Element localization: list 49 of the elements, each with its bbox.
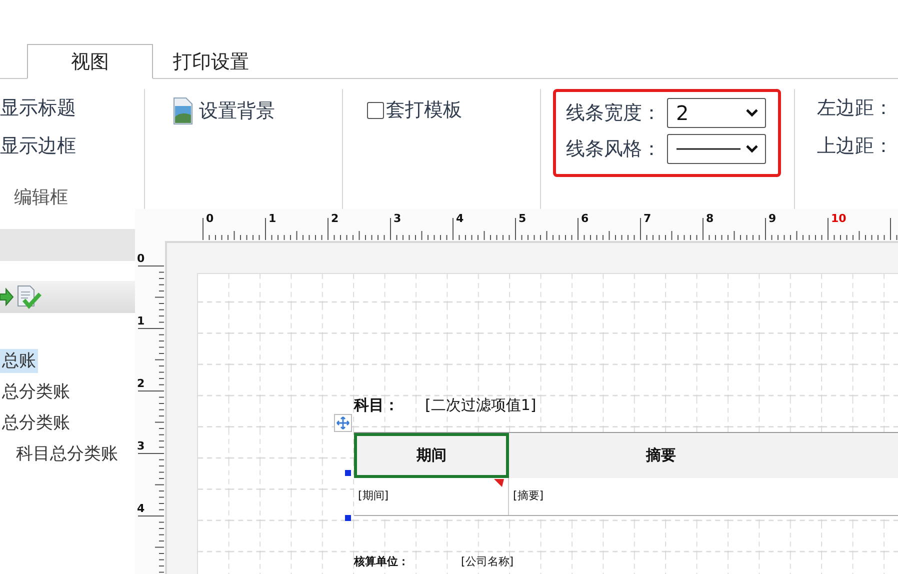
line-style-sample-icon: [676, 146, 741, 152]
set-background-button[interactable]: 设置背景: [173, 97, 275, 125]
tab[interactable]: 打印设置: [173, 45, 249, 78]
ruler-label: 5: [518, 212, 526, 225]
ruler-label: 0: [137, 252, 145, 265]
ruler-label: 3: [137, 440, 145, 452]
report-list-item[interactable]: 科目总分类账: [14, 442, 120, 466]
field-label: 线条宽度：: [566, 101, 661, 126]
ruler-label: 9: [768, 212, 776, 225]
ruler-label: 8: [706, 212, 714, 225]
ruler-label: 10: [831, 212, 846, 225]
checkbox-option[interactable]: 套打模板: [367, 97, 462, 123]
table-header-cell[interactable]: 期间: [354, 433, 509, 478]
corner-marker-icon: [494, 479, 504, 487]
ruler-label: 4: [137, 502, 145, 515]
ruler-label: 1: [268, 212, 276, 225]
dropdown[interactable]: 2: [667, 98, 766, 128]
subject-label: 科目：: [354, 396, 399, 415]
arrow-icon[interactable]: [0, 286, 14, 308]
move-handle-icon[interactable]: [334, 414, 352, 432]
unit-label: 核算单位：: [354, 554, 409, 569]
field-label: 线条风格：: [566, 137, 661, 162]
report-list-item[interactable]: 总分类账: [0, 411, 72, 435]
picture-file-icon: [173, 97, 193, 125]
chevron-down-icon: [745, 108, 759, 118]
ruler-label: 2: [137, 377, 145, 390]
resize-handle[interactable]: [345, 470, 351, 476]
ruler-label: 2: [331, 212, 339, 225]
ruler-label: 3: [394, 212, 402, 225]
resize-handle[interactable]: [345, 515, 351, 521]
ruler-label: 4: [456, 212, 464, 225]
field-label: 上边距：: [817, 134, 894, 159]
dropdown[interactable]: [667, 134, 766, 164]
tab[interactable]: 视图: [27, 44, 153, 79]
field-label: 左边距：: [817, 96, 894, 121]
ruler-label: 1: [137, 314, 145, 328]
document-check-icon[interactable]: [16, 284, 42, 310]
ruler-label: 0: [206, 212, 214, 225]
group-label: 编辑框: [14, 186, 68, 209]
ruler-label: 6: [581, 212, 589, 225]
table-cell-text: [摘要]: [512, 488, 545, 504]
report-list-item[interactable]: 总账: [0, 349, 38, 373]
company-field: [公司名称]: [461, 554, 514, 569]
report-list-item[interactable]: 总分类账: [0, 380, 72, 404]
ruler-label: 7: [644, 212, 652, 225]
chevron-down-icon: [745, 144, 759, 154]
option-label[interactable]: 显示标题: [0, 95, 144, 121]
option-label[interactable]: 显示边框: [0, 133, 144, 159]
subject-field: [二次过滤项值1]: [425, 396, 536, 415]
